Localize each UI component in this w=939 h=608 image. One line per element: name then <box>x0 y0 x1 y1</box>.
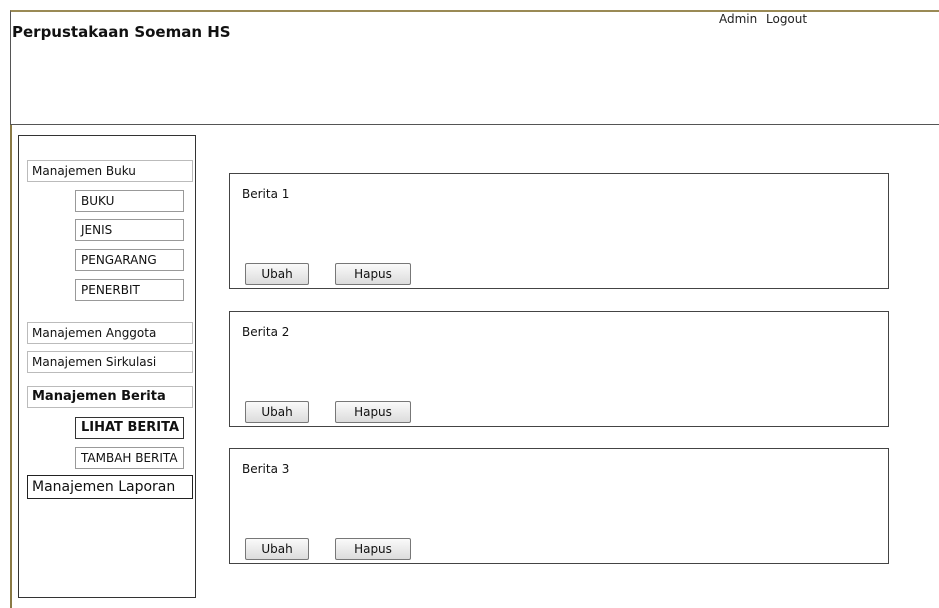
nav-sub-buku[interactable]: BUKU <box>75 190 184 212</box>
edit-news-button[interactable]: Ubah <box>245 538 309 560</box>
edit-news-button[interactable]: Ubah <box>245 263 309 285</box>
nav-sub-penerbit[interactable]: PENERBIT <box>75 279 184 301</box>
nav-manajemen-sirkulasi[interactable]: Manajemen Sirkulasi <box>27 351 193 373</box>
app-title: Perpustakaan Soeman HS <box>12 23 231 41</box>
news-card: Berita 2 Ubah Hapus <box>229 311 889 427</box>
delete-news-button[interactable]: Hapus <box>335 263 411 285</box>
nav-manajemen-berita[interactable]: Manajemen Berita <box>27 386 193 408</box>
nav-sub-tambah-berita[interactable]: TAMBAH BERITA <box>75 447 184 469</box>
nav-manajemen-anggota[interactable]: Manajemen Anggota <box>27 322 193 344</box>
news-title: Berita 1 <box>242 187 290 201</box>
delete-news-button[interactable]: Hapus <box>335 538 411 560</box>
left-edge-line <box>10 125 12 608</box>
admin-link[interactable]: Admin <box>719 12 757 26</box>
nav-manajemen-laporan[interactable]: Manajemen Laporan <box>27 475 193 499</box>
nav-sub-pengarang[interactable]: PENGARANG <box>75 249 184 271</box>
news-card: Berita 1 Ubah Hapus <box>229 173 889 289</box>
nav-sub-lihat-berita[interactable]: LIHAT BERITA <box>75 417 184 439</box>
nav-sub-jenis[interactable]: JENIS <box>75 219 184 241</box>
nav-manajemen-buku[interactable]: Manajemen Buku <box>27 160 193 182</box>
news-title: Berita 2 <box>242 325 290 339</box>
logout-link[interactable]: Logout <box>766 12 807 26</box>
news-title: Berita 3 <box>242 462 290 476</box>
edit-news-button[interactable]: Ubah <box>245 401 309 423</box>
news-card: Berita 3 Ubah Hapus <box>229 448 889 564</box>
delete-news-button[interactable]: Hapus <box>335 401 411 423</box>
